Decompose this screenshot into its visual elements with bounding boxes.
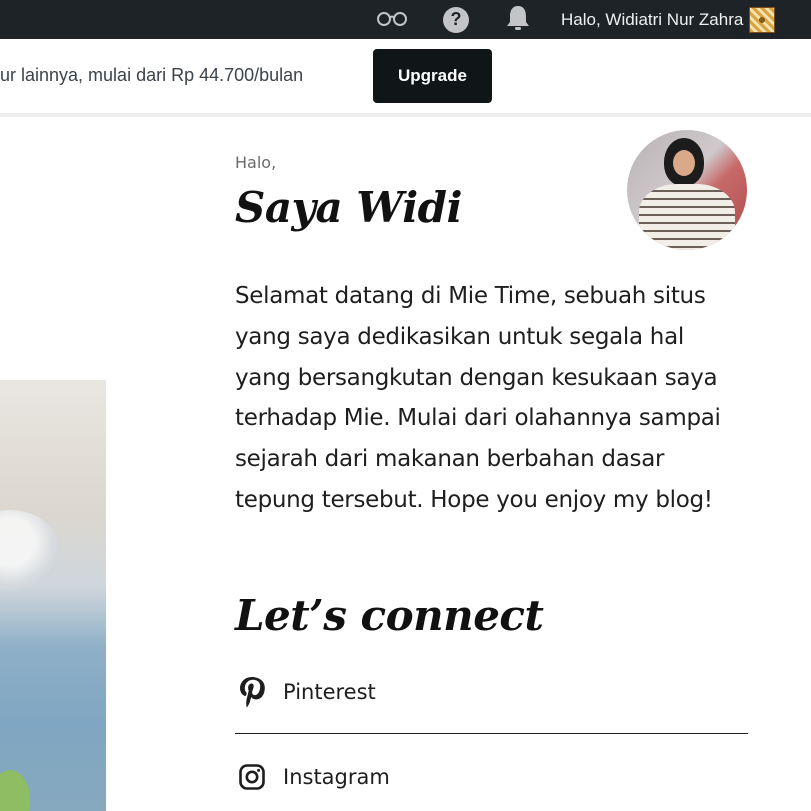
pinterest-icon [235,675,269,709]
connect-heading: Let’s connect [235,591,544,640]
profile-photo [627,130,747,250]
avatar [749,6,776,33]
page-title: Saya Widi [235,183,463,232]
upgrade-banner-text: ur lainnya, mulai dari Rp 44.700/bulan [0,65,304,85]
intro-line: Selamat datang di Mie Time, sebuah situs [235,283,706,309]
notifications-button[interactable] [504,0,532,39]
social-link-pinterest[interactable]: Pinterest [235,672,748,712]
instagram-icon [235,760,269,794]
photo-shirt-shape [639,184,735,250]
upgrade-banner: ur lainnya, mulai dari Rp 44.700/bulan U… [0,39,811,117]
help-icon: ? [443,6,469,33]
intro-line: terhadap Mie. Mulai dari olahannya sampa… [235,405,721,432]
social-link-instagram[interactable]: Instagram [235,757,748,797]
admin-bar: ? Halo, Widiatri Nur Zahra [0,0,811,39]
account-menu[interactable]: Halo, Widiatri Nur Zahra [561,0,776,39]
intro-line: yang saya dedikasikan untuk segala hal [235,323,684,350]
intro-line: tepung tersebut. Hope you enjoy my blog! [235,486,713,513]
photo-face-shape [673,150,695,176]
reader-glasses-icon [375,10,409,30]
intro-line: sejarah dari makanan berbahan dasar [235,446,665,473]
intro-line: yang bersangkutan dengan kesukaan saya [235,364,718,391]
reader-button[interactable] [372,0,412,39]
upgrade-button[interactable]: Upgrade [373,49,492,103]
photo-leaf-shape [0,770,30,811]
photo-cup-shape [0,510,60,590]
social-divider [235,733,748,734]
pinterest-label: Pinterest [283,680,376,704]
pinterest-link[interactable]: Pinterest [235,672,748,712]
account-greeting: Halo, Widiatri Nur Zahra [561,9,744,29]
bell-icon [506,4,530,36]
instagram-label: Instagram [283,765,390,789]
greeting-text: Halo, [235,153,277,172]
food-photo [0,380,106,811]
instagram-link[interactable]: Instagram [235,757,748,797]
intro-paragraph: Selamat datang di Mie Time, sebuah situs… [235,276,755,521]
help-button[interactable]: ? [440,0,472,39]
